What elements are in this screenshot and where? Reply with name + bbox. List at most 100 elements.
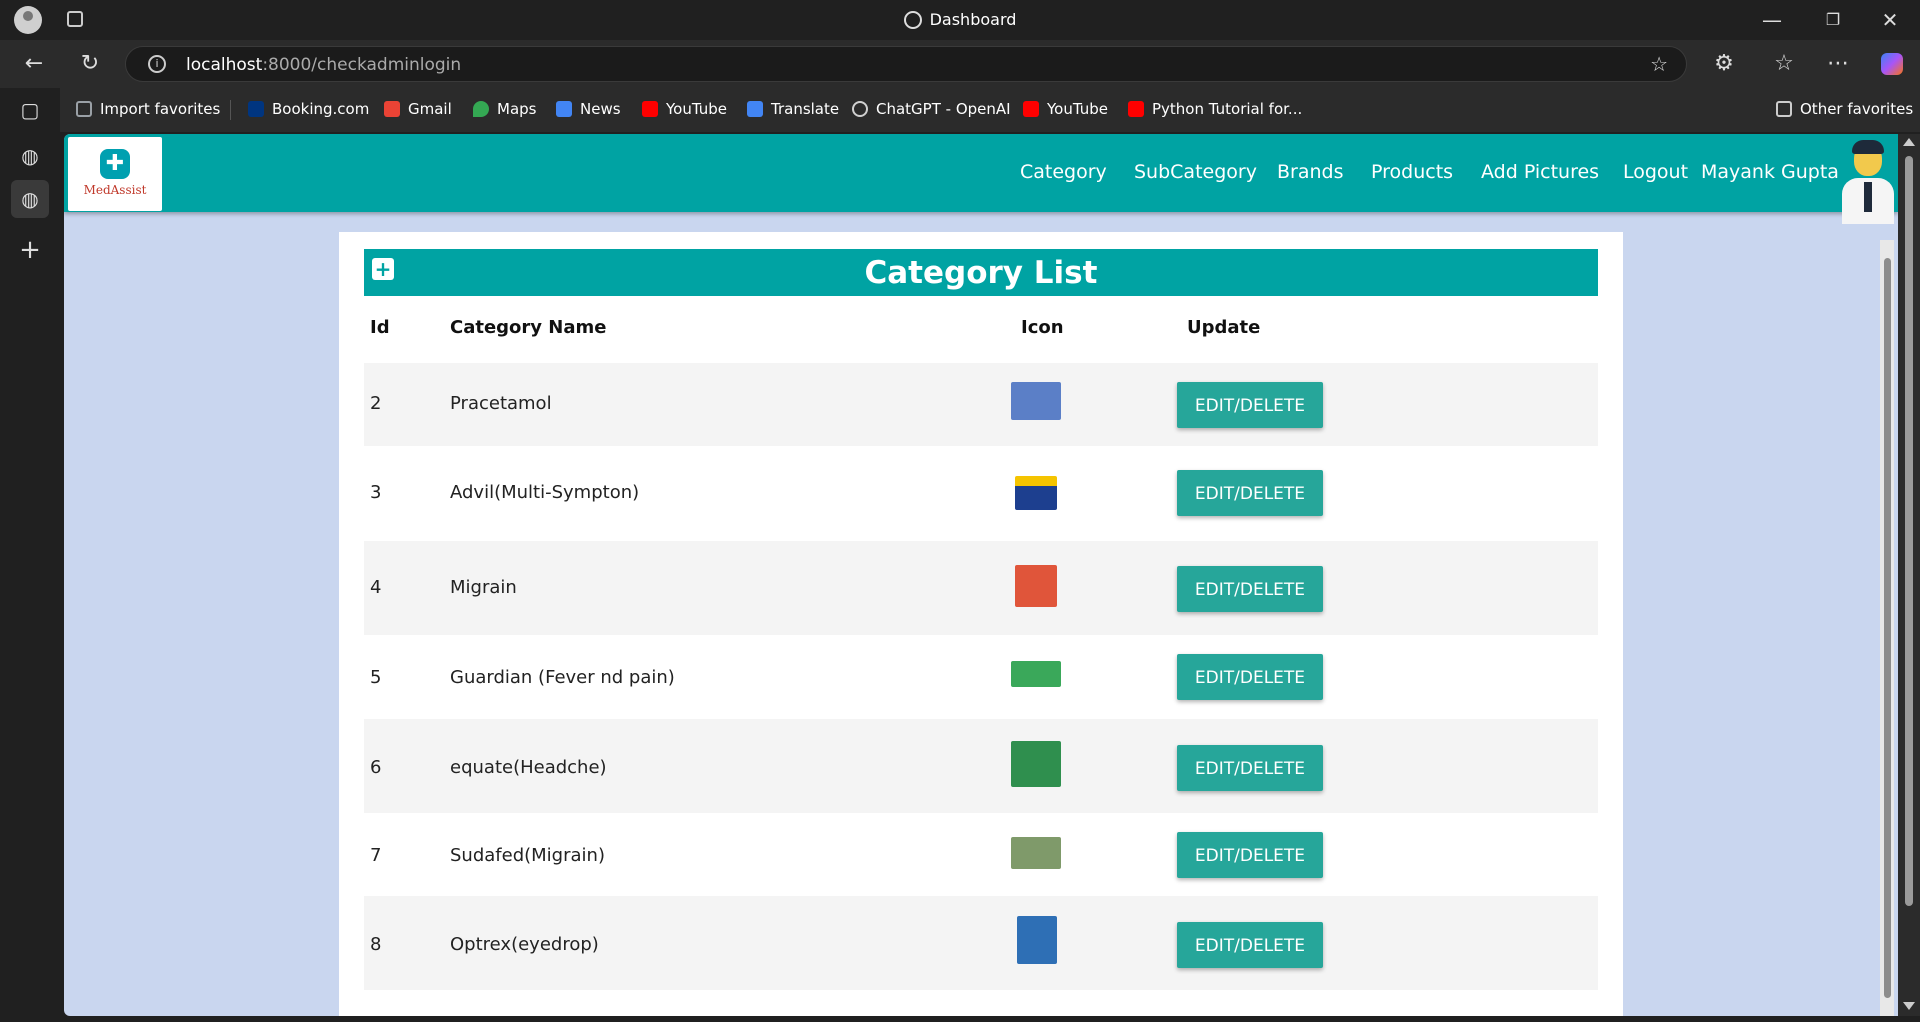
page-scrollbar-thumb[interactable] (1884, 258, 1891, 998)
site-info-icon[interactable]: i (148, 55, 166, 73)
medical-cross-icon: ✚ (100, 149, 130, 179)
edit-delete-button[interactable]: EDIT/DELETE (1177, 832, 1323, 878)
table-row: 4 Migrain EDIT/DELETE (364, 541, 1598, 635)
bookmark-python-tutorial[interactable]: Python Tutorial for... (1128, 100, 1302, 118)
doctor-avatar-icon[interactable] (1840, 138, 1896, 224)
row-id: 3 (370, 482, 382, 503)
bookmark-youtube-2[interactable]: YouTube (1023, 100, 1108, 118)
minimize-button[interactable]: — (1752, 6, 1792, 34)
import-icon (76, 101, 92, 117)
refresh-icon[interactable]: ↻ (74, 48, 106, 80)
news-icon (556, 101, 572, 117)
favorites-icon[interactable]: ☆ (1768, 48, 1800, 80)
globe-icon (903, 11, 922, 29)
page-scrollbar[interactable] (1880, 240, 1894, 1016)
table-row: 6 equate(Headche) EDIT/DELETE (364, 719, 1598, 813)
nav-add-pictures[interactable]: Add Pictures (1481, 161, 1599, 183)
bookmark-divider (230, 100, 231, 120)
column-header-category-name: Category Name (450, 317, 607, 338)
bookmark-import-favorites[interactable]: Import favorites (76, 100, 220, 118)
table-row: 5 Guardian (Fever nd pain) EDIT/DELETE (364, 635, 1598, 719)
nav-logout[interactable]: Logout (1623, 161, 1688, 183)
bookmark-youtube[interactable]: YouTube (642, 100, 727, 118)
logo-text: MedAssist (83, 183, 147, 197)
close-button[interactable]: ✕ (1870, 6, 1910, 34)
scrollbar-thumb[interactable] (1905, 156, 1913, 906)
row-category-name: Guardian (Fever nd pain) (450, 667, 675, 688)
nav-user-name: Mayank Gupta (1701, 161, 1839, 183)
scroll-up-arrow-icon[interactable] (1903, 138, 1915, 146)
row-id: 8 (370, 934, 382, 955)
url-path: :8000/checkadminlogin (262, 55, 462, 75)
category-list-title: Category List (864, 255, 1098, 291)
bookmarks-bar: Import favorites Booking.com Gmail Maps … (0, 88, 1920, 132)
edit-delete-button[interactable]: EDIT/DELETE (1177, 654, 1323, 700)
scroll-down-arrow-icon[interactable] (1903, 1002, 1915, 1010)
row-category-name: Sudafed(Migrain) (450, 845, 605, 866)
new-tab-plus-icon[interactable]: + (16, 236, 44, 264)
category-thumbnail (1017, 916, 1057, 964)
bookmark-other-favorites[interactable]: Other favorites (1776, 100, 1913, 118)
gmail-icon (384, 101, 400, 117)
maps-icon (473, 101, 489, 117)
column-header-update: Update (1187, 317, 1261, 338)
category-thumbnail (1011, 661, 1061, 687)
medassist-logo[interactable]: ✚ MedAssist (68, 137, 162, 211)
restore-button[interactable]: ❐ (1813, 6, 1853, 34)
row-id: 6 (370, 757, 382, 778)
app-header: ✚ MedAssist Category SubCategory Brands … (64, 134, 1898, 224)
title-bar: Dashboard — ❐ ✕ (0, 0, 1920, 40)
table-row: 7 Sudafed(Migrain) EDIT/DELETE (364, 813, 1598, 896)
browser-scrollbar[interactable] (1898, 134, 1920, 1016)
category-list-panel: + Category List Id Category Name Icon Up… (339, 232, 1623, 1016)
tab-actions-icon[interactable]: ▢ (16, 96, 44, 124)
youtube-icon (1023, 101, 1039, 117)
row-category-name: Optrex(eyedrop) (450, 934, 599, 955)
globe-tab-icon[interactable]: ◍ (16, 142, 44, 170)
table-row: 2 Pracetamol EDIT/DELETE (364, 363, 1598, 446)
table-row: 3 Advil(Multi-Sympton) EDIT/DELETE (364, 446, 1598, 541)
bookmark-news[interactable]: News (556, 100, 621, 118)
table-row: 8 Optrex(eyedrop) EDIT/DELETE (364, 896, 1598, 990)
edit-delete-button[interactable]: EDIT/DELETE (1177, 470, 1323, 516)
category-thumbnail (1011, 837, 1061, 869)
copilot-icon[interactable] (1876, 48, 1908, 80)
browser-sidebar: ▢ ◍ ◍ + (0, 88, 60, 1022)
nav-brands[interactable]: Brands (1277, 161, 1344, 183)
edit-delete-button[interactable]: EDIT/DELETE (1177, 566, 1323, 612)
favorite-star-icon[interactable]: ☆ (1650, 52, 1668, 76)
url-text[interactable]: localhost:8000/checkadminlogin (186, 55, 461, 75)
youtube-icon (642, 101, 658, 117)
active-tab-globe-icon[interactable]: ◍ (11, 180, 49, 218)
bookmark-maps[interactable]: Maps (473, 100, 536, 118)
row-id: 2 (370, 393, 382, 414)
bookmark-chatgpt[interactable]: ChatGPT - OpenAI (852, 100, 1011, 118)
nav-category[interactable]: Category (1020, 161, 1107, 183)
edit-delete-button[interactable]: EDIT/DELETE (1177, 382, 1323, 428)
extensions-icon[interactable]: ⚙ (1708, 48, 1740, 80)
bookmark-gmail[interactable]: Gmail (384, 100, 452, 118)
edit-delete-button[interactable]: EDIT/DELETE (1177, 745, 1323, 791)
nav-subcategory[interactable]: SubCategory (1134, 161, 1257, 183)
page-viewport: ✚ MedAssist Category SubCategory Brands … (64, 134, 1898, 1016)
chatgpt-icon (852, 101, 868, 117)
category-thumbnail (1011, 382, 1061, 420)
category-thumbnail (1011, 741, 1061, 787)
row-id: 5 (370, 667, 382, 688)
back-arrow-icon[interactable]: ← (18, 48, 50, 80)
more-menu-icon[interactable]: ⋯ (1822, 48, 1854, 80)
row-id: 7 (370, 845, 382, 866)
folder-icon (1776, 101, 1792, 117)
column-header-id: Id (370, 317, 390, 338)
nav-products[interactable]: Products (1371, 161, 1453, 183)
row-category-name: Advil(Multi-Sympton) (450, 482, 640, 503)
row-category-name: Migrain (450, 577, 517, 598)
bookmark-booking[interactable]: Booking.com (248, 100, 369, 118)
address-bar[interactable]: i localhost:8000/checkadminlogin ☆ (125, 46, 1687, 82)
window-title: Dashboard (0, 10, 1920, 29)
bookmark-translate[interactable]: Translate (747, 100, 839, 118)
edit-delete-button[interactable]: EDIT/DELETE (1177, 922, 1323, 968)
booking-icon (248, 101, 264, 117)
browser-toolbar: ← ↻ i localhost:8000/checkadminlogin ☆ ⚙… (0, 40, 1920, 88)
category-thumbnail (1015, 565, 1057, 607)
